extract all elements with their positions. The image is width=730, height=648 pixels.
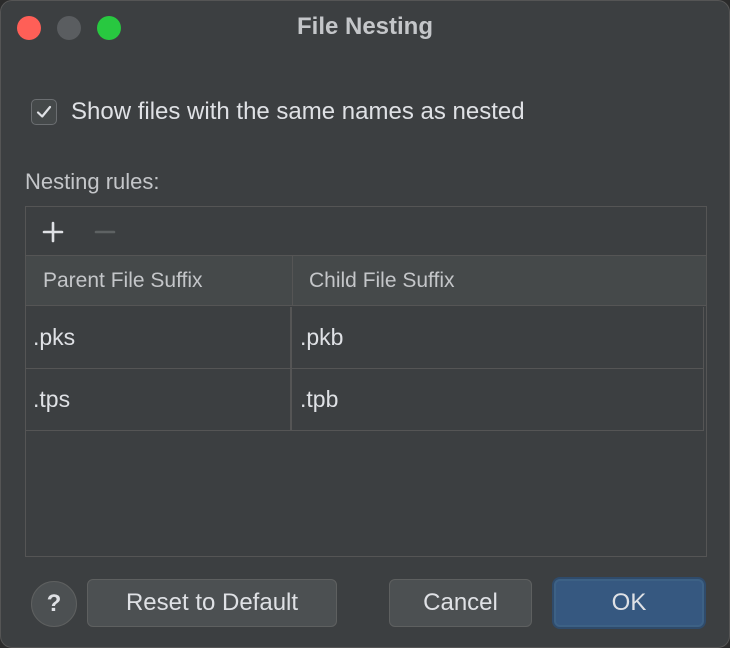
file-nesting-dialog: File Nesting Show files with the same na… [0,0,730,648]
table-header: Parent File Suffix Child File Suffix [26,256,706,306]
nesting-rules-label: Nesting rules: [25,169,160,194]
plus-icon [42,221,64,243]
nesting-rules-table: Parent File Suffix Child File Suffix .pk… [25,206,707,557]
title-bar: File Nesting [1,1,729,55]
column-header-child[interactable]: Child File Suffix [293,256,706,306]
checkmark-icon [36,105,52,118]
help-button[interactable]: ? [31,581,77,627]
child-suffix-cell[interactable]: .tpb [292,369,704,430]
parent-suffix-cell[interactable]: .pks [26,307,292,368]
ok-button[interactable]: OK [554,579,704,627]
parent-suffix-cell[interactable]: .tps [26,369,292,430]
child-suffix-cell[interactable]: .pkb [292,307,704,368]
remove-rule-button[interactable] [90,217,120,247]
column-header-parent[interactable]: Parent File Suffix [26,256,293,306]
table-toolbar [26,207,706,256]
minus-icon [94,230,116,234]
reset-to-default-button[interactable]: Reset to Default [87,579,337,627]
table-row[interactable]: .tps .tpb [26,369,704,431]
show-same-names-checkbox[interactable] [31,99,57,125]
add-rule-button[interactable] [38,217,68,247]
show-same-names-label: Show files with the same names as nested [71,98,525,125]
dialog-title: File Nesting [296,13,434,40]
table-row[interactable]: .pks .pkb [26,307,704,369]
cancel-button[interactable]: Cancel [389,579,532,627]
show-same-names-option[interactable]: Show files with the same names as nested [31,97,525,127]
